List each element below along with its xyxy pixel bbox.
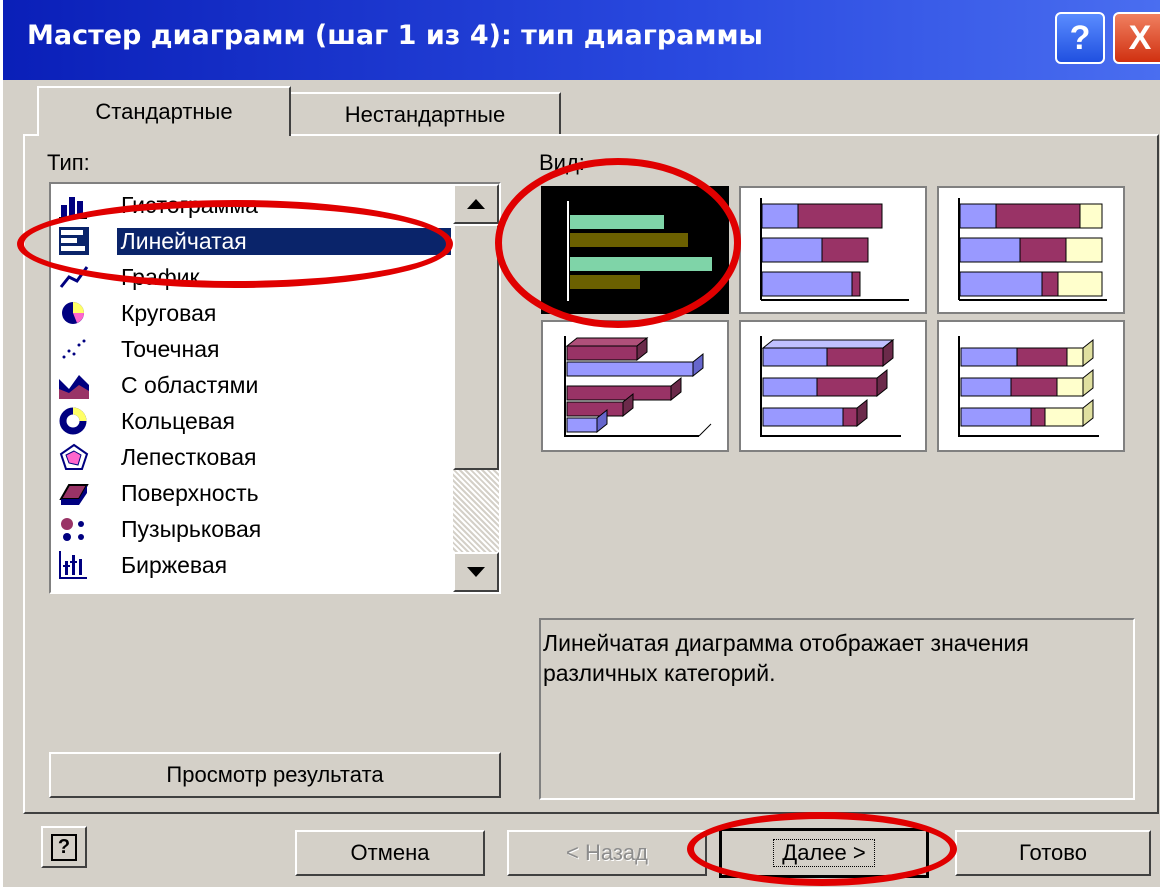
3d-percent-stacked-bar-preview [958, 336, 1099, 437]
stacked-bar-preview [760, 198, 909, 301]
pie-chart-icon [57, 298, 91, 328]
list-item[interactable]: Поверхность [53, 476, 451, 510]
list-item[interactable]: Линейчатая [53, 224, 451, 258]
list-item-label: Линейчатая [116, 227, 451, 255]
list-item-label: Пузырьковая [121, 515, 262, 542]
3d-stacked-bar-preview [760, 336, 901, 437]
clustered-bar-preview [567, 201, 712, 301]
help-button[interactable]: ? [41, 826, 87, 868]
help-icon: ? [50, 833, 78, 861]
cancel-button[interactable]: Отмена [295, 830, 485, 876]
next-button[interactable]: Далее > [719, 828, 929, 878]
list-item-label: Круговая [121, 299, 217, 326]
help-icon: ? [1069, 18, 1091, 57]
preview-button[interactable]: Просмотр результата [49, 752, 501, 798]
list-item-label: График [121, 263, 200, 290]
help-title-button[interactable]: ? [1055, 12, 1105, 64]
scroll-up-button[interactable] [453, 184, 499, 224]
list-item-label: Кольцевая [121, 407, 236, 434]
list-item[interactable]: Лепестковая [53, 440, 451, 474]
radar-chart-icon [57, 442, 91, 472]
close-icon: X [1128, 18, 1152, 57]
list-item[interactable]: График [53, 260, 451, 294]
scroll-thumb[interactable] [453, 224, 499, 470]
list-item[interactable]: С областями [53, 368, 451, 402]
view-label: Вид: [539, 150, 585, 175]
subtype-3d-clustered-bar[interactable] [541, 320, 729, 452]
chart-wizard-dialog: Мастер диаграмм (шаг 1 из 4): тип диагра… [0, 0, 1160, 887]
chart-type-description: Линейчатая диаграмма отображает значения… [539, 618, 1135, 800]
line-chart-icon [57, 262, 91, 292]
list-item-label: Биржевая [121, 551, 228, 578]
subtype-clustered-bar[interactable] [541, 186, 729, 314]
surface-chart-icon [57, 478, 91, 508]
list-item[interactable]: Кольцевая [53, 404, 451, 438]
title-bar: Мастер диаграмм (шаг 1 из 4): тип диагра… [3, 0, 1160, 80]
list-item-label: Поверхность [121, 479, 259, 506]
bubble-chart-icon [57, 514, 91, 544]
list-scrollbar[interactable] [453, 184, 499, 592]
list-item[interactable]: Биржевая [53, 548, 451, 582]
subtype-100-stacked-bar[interactable] [937, 186, 1125, 314]
stock-chart-icon [57, 550, 91, 580]
tab-custom[interactable]: Нестандартные [291, 92, 561, 136]
subtype-stacked-bar[interactable] [739, 186, 927, 314]
percent-stacked-bar-preview [958, 198, 1107, 301]
3d-clustered-bar-preview [564, 336, 712, 437]
list-item-label: Точечная [121, 335, 220, 362]
arrow-up-icon [467, 199, 485, 209]
doughnut-chart-icon [57, 406, 91, 436]
list-item[interactable]: Круговая [53, 296, 451, 330]
subtype-3d-stacked-bar[interactable] [739, 320, 927, 452]
scroll-down-button[interactable] [453, 552, 499, 592]
list-item[interactable]: Гистограмма [53, 188, 451, 222]
list-item-label: Лепестковая [121, 443, 257, 470]
area-chart-icon [57, 370, 91, 400]
type-label: Тип: [47, 150, 90, 175]
back-button[interactable]: < Назад [507, 830, 707, 876]
arrow-down-icon [467, 567, 485, 577]
bar-chart-icon [57, 226, 91, 256]
finish-button[interactable]: Готово [955, 830, 1151, 876]
close-button[interactable]: X [1113, 12, 1160, 64]
subtype-3d-100-stacked-bar[interactable] [937, 320, 1125, 452]
list-item-label: Гистограмма [121, 191, 258, 218]
scatter-chart-icon [57, 334, 91, 364]
column-chart-icon [57, 190, 91, 220]
next-button-label: Далее > [773, 839, 875, 867]
chart-type-list[interactable]: Гистограмма Линейчатая График Круговая Т… [49, 182, 501, 594]
tab-standard[interactable]: Стандартные [37, 86, 291, 136]
list-item[interactable]: Точечная [53, 332, 451, 366]
window-title: Мастер диаграмм (шаг 1 из 4): тип диагра… [27, 20, 763, 51]
list-item[interactable]: Пузырьковая [53, 512, 451, 546]
list-item-label: С областями [121, 371, 259, 398]
